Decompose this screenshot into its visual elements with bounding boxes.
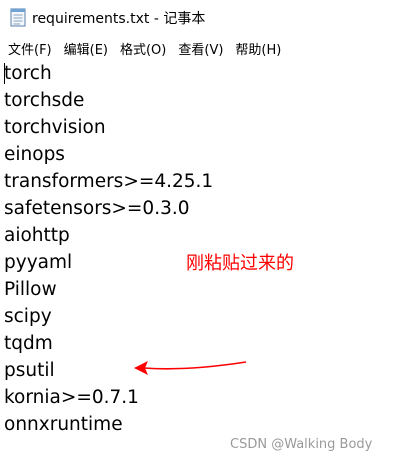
editor-line[interactable]: tqdm: [4, 330, 53, 357]
notepad-icon: [10, 8, 26, 27]
editor-line[interactable]: aiohttp: [4, 222, 70, 249]
notepad-window: requirements.txt - 记事本 文件(F) 编辑(E) 格式(O)…: [0, 0, 417, 466]
menu-help[interactable]: 帮助(H): [231, 39, 285, 58]
annotation-text: 刚粘贴过来的: [186, 253, 294, 274]
editor-line[interactable]: pyyaml: [4, 249, 72, 276]
editor-line[interactable]: transformers>=4.25.1: [4, 168, 213, 195]
menu-file[interactable]: 文件(F): [4, 39, 56, 58]
watermark: CSDN @Walking Body: [230, 437, 373, 452]
window-title: requirements.txt - 记事本: [32, 11, 206, 27]
editor-line[interactable]: psutil: [4, 357, 55, 384]
editor-line[interactable]: einops: [4, 141, 65, 168]
title-bar[interactable]: requirements.txt - 记事本: [0, 0, 417, 34]
editor-line[interactable]: safetensors>=0.3.0: [4, 195, 190, 222]
editor-line[interactable]: kornia>=0.7.1: [4, 384, 139, 411]
menu-edit[interactable]: 编辑(E): [60, 39, 112, 58]
editor-line[interactable]: onnxruntime: [4, 411, 123, 438]
editor-line[interactable]: scipy: [4, 303, 52, 330]
menu-view[interactable]: 查看(V): [174, 39, 227, 58]
red-arrow-left-icon: [134, 361, 247, 375]
editor-line[interactable]: Pillow: [4, 276, 57, 303]
menu-bar: 文件(F) 编辑(E) 格式(O) 查看(V) 帮助(H): [0, 36, 417, 60]
editor-line[interactable]: torchsde: [4, 87, 84, 114]
menu-format[interactable]: 格式(O): [116, 39, 170, 58]
editor-line[interactable]: torch: [4, 60, 52, 87]
editor-line[interactable]: torchvision: [4, 114, 106, 141]
